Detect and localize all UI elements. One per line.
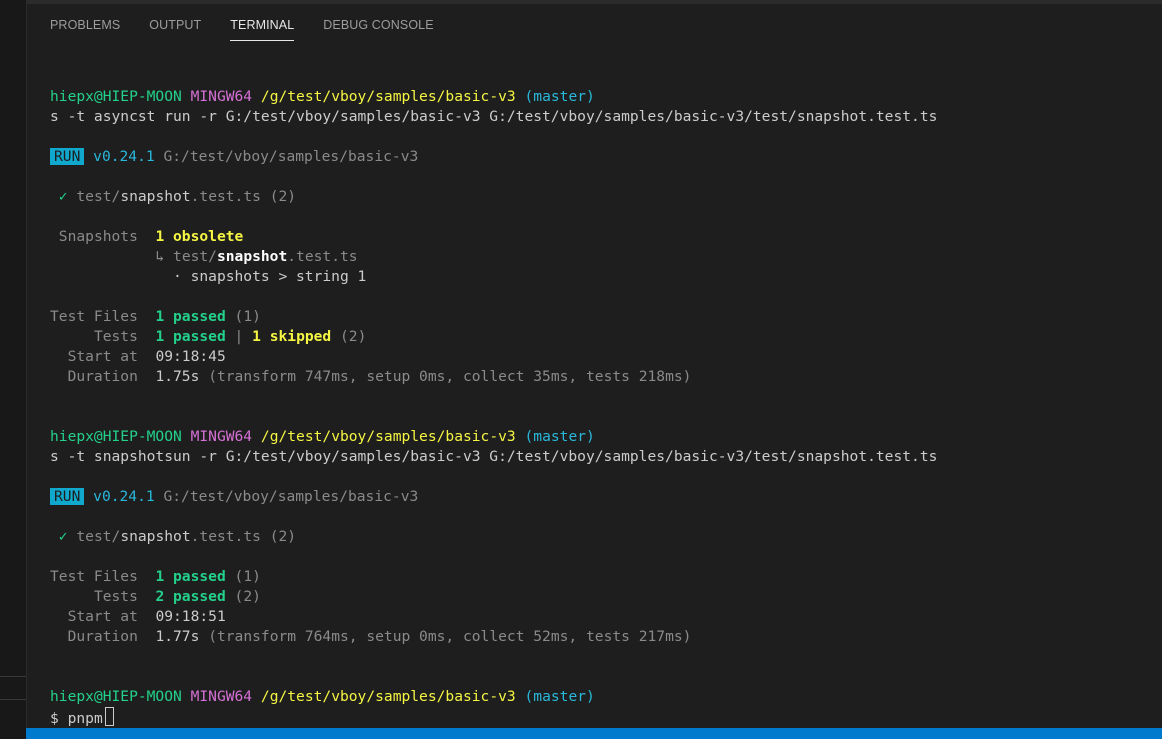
summary-tests: Tests 1 passed | 1 skipped (2) <box>93 328 367 345</box>
strip-divider <box>0 699 26 700</box>
activity-strip <box>0 0 27 739</box>
tab-output[interactable]: OUTPUT <box>149 4 201 40</box>
panel-tabs: PROBLEMS OUTPUT TERMINAL DEBUG CONSOLE <box>50 4 463 42</box>
prompt-line: hiepx@HIEP-MOON MINGW64 /g/test/vboy/sam… <box>50 688 595 705</box>
terminal-cursor <box>104 707 114 726</box>
summary-tests: Tests 2 passed (2) <box>93 588 261 605</box>
bottom-panel: PROBLEMS OUTPUT TERMINAL DEBUG CONSOLE h… <box>27 4 1162 728</box>
snapshots-summary: Snapshots 1 obsolete <box>58 228 244 245</box>
terminal-input-line[interactable]: $ pnpm <box>50 707 937 727</box>
summary-duration: Duration 1.77s (transform 764ms, setup 0… <box>67 628 692 645</box>
test-file-result: ✓ test/snapshot.test.ts (2) <box>58 528 297 545</box>
run-header: RUN v0.24.1 G:/test/vboy/samples/basic-v… <box>50 487 937 507</box>
check-icon: ✓ <box>58 528 68 545</box>
arrow-icon: ↳ <box>155 248 165 265</box>
prompt-line: hiepx@HIEP-MOON MINGW64 /g/test/vboy/sam… <box>50 428 595 445</box>
summary-start: Start at 09:18:45 <box>67 348 226 365</box>
summary-duration: Duration 1.75s (transform 747ms, setup 0… <box>67 368 692 385</box>
command-line: s -t asyncst run -r G:/test/vboy/samples… <box>50 108 938 125</box>
prompt-line: hiepx@HIEP-MOON MINGW64 /g/test/vboy/sam… <box>50 88 595 105</box>
run-badge: RUN <box>50 488 85 505</box>
check-icon: ✓ <box>58 188 68 205</box>
tab-problems[interactable]: PROBLEMS <box>50 4 120 40</box>
tab-debug-console[interactable]: DEBUG CONSOLE <box>323 4 433 40</box>
summary-start: Start at 09:18:51 <box>67 608 226 625</box>
strip-divider <box>0 676 26 677</box>
test-file-result: ✓ test/snapshot.test.ts (2) <box>58 188 297 205</box>
tab-terminal[interactable]: TERMINAL <box>230 4 295 41</box>
snapshots-detail: · snapshots > string 1 <box>173 268 367 285</box>
run-badge: RUN <box>50 148 85 165</box>
summary-test-files: Test Files 1 passed (1) <box>50 568 261 585</box>
status-bar <box>26 728 1162 739</box>
summary-test-files: Test Files 1 passed (1) <box>50 308 261 325</box>
snapshots-file: ↳ test/snapshot.test.ts <box>155 248 358 265</box>
run-header: RUN v0.24.1 G:/test/vboy/samples/basic-v… <box>50 147 937 167</box>
command-line: s -t snapshotsun -r G:/test/vboy/samples… <box>50 448 938 465</box>
terminal-input-text[interactable]: pnpm <box>68 710 103 727</box>
terminal-output[interactable]: hiepx@HIEP-MOON MINGW64 /g/test/vboy/sam… <box>50 87 937 727</box>
